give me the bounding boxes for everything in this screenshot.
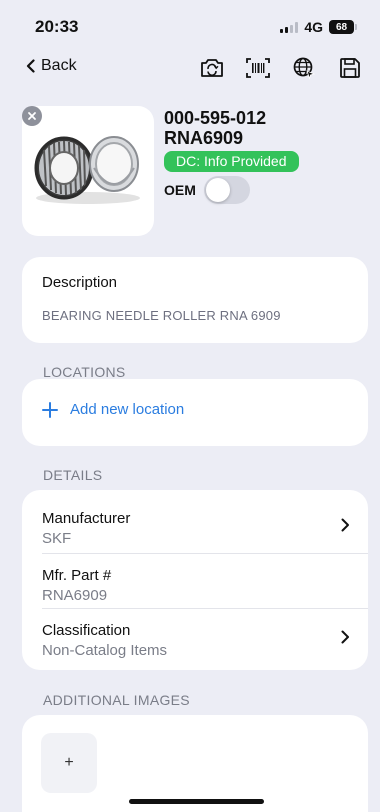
web-lookup-button[interactable] <box>290 54 318 82</box>
additional-images-card: + <box>22 715 368 812</box>
oem-label: OEM <box>164 182 196 198</box>
remove-image-button[interactable] <box>22 106 42 126</box>
home-indicator <box>129 799 264 804</box>
globe-icon <box>293 57 316 80</box>
mfr-part-label: Mfr. Part # <box>42 567 112 584</box>
part-number: 000-595-012 <box>164 108 267 128</box>
status-bar: 20:33 4G 68 <box>0 0 380 50</box>
signal-icon <box>280 21 299 33</box>
dc-status-badge: DC: Info Provided <box>164 151 299 172</box>
close-icon <box>28 112 36 120</box>
status-time: 20:33 <box>35 17 79 36</box>
mfr-part-value: RNA6909 <box>42 587 108 604</box>
details-card: Manufacturer SKF Mfr. Part # RNA6909 Cla… <box>22 490 368 670</box>
add-image-button[interactable]: + <box>41 733 97 793</box>
add-image-plus: + <box>64 754 74 771</box>
back-label: Back <box>41 57 77 74</box>
classification-label: Classification <box>42 622 131 639</box>
network-label: 4G <box>304 19 323 35</box>
nav-bar: Back <box>0 50 380 90</box>
camera-button[interactable] <box>198 54 226 82</box>
add-location-button[interactable]: Add new location <box>42 401 184 418</box>
part-code: RNA6909 <box>164 128 244 148</box>
details-section-title: DETAILS <box>43 467 103 483</box>
bearing-image <box>34 136 140 204</box>
barcode-scan-icon <box>246 58 270 78</box>
manufacturer-row[interactable]: Manufacturer SKF <box>22 496 368 554</box>
additional-images-section-title: ADDITIONAL IMAGES <box>43 692 190 708</box>
classification-value: Non-Catalog Items <box>42 642 168 659</box>
battery-icon: 68 <box>329 20 357 34</box>
add-location-label: Add new location <box>70 401 185 418</box>
save-icon <box>340 58 360 78</box>
chevron-right-icon <box>341 518 349 532</box>
description-value: BEARING NEEDLE ROLLER RNA 6909 <box>42 308 281 323</box>
oem-toggle-knob <box>205 178 230 202</box>
part-info: 000-595-012 RNA6909 DC: Info Provided OE… <box>164 108 299 204</box>
locations-section-title: LOCATIONS <box>43 364 126 380</box>
save-button[interactable] <box>336 54 364 82</box>
locations-card: Add new location <box>22 379 368 446</box>
product-image[interactable] <box>22 106 154 236</box>
oem-toggle[interactable] <box>203 176 250 204</box>
description-label: Description <box>42 274 118 291</box>
manufacturer-label: Manufacturer <box>42 510 131 527</box>
classification-row[interactable]: Classification Non-Catalog Items <box>22 608 368 666</box>
status-indicators: 4G 68 <box>280 19 357 35</box>
mfr-part-row[interactable]: Mfr. Part # RNA6909 <box>22 553 368 611</box>
oem-row: OEM <box>164 176 299 204</box>
camera-rotate-icon <box>201 59 223 77</box>
chevron-right-icon <box>341 630 349 644</box>
barcode-scan-button[interactable] <box>244 54 272 82</box>
plus-icon <box>42 401 58 418</box>
manufacturer-value: SKF <box>42 530 72 547</box>
description-card[interactable]: Description BEARING NEEDLE ROLLER RNA 69… <box>22 257 368 343</box>
chevron-left-icon <box>26 59 35 73</box>
back-button[interactable]: Back <box>26 57 77 75</box>
nav-actions <box>198 54 364 82</box>
product-header: 000-595-012 RNA6909 DC: Info Provided OE… <box>22 106 362 238</box>
